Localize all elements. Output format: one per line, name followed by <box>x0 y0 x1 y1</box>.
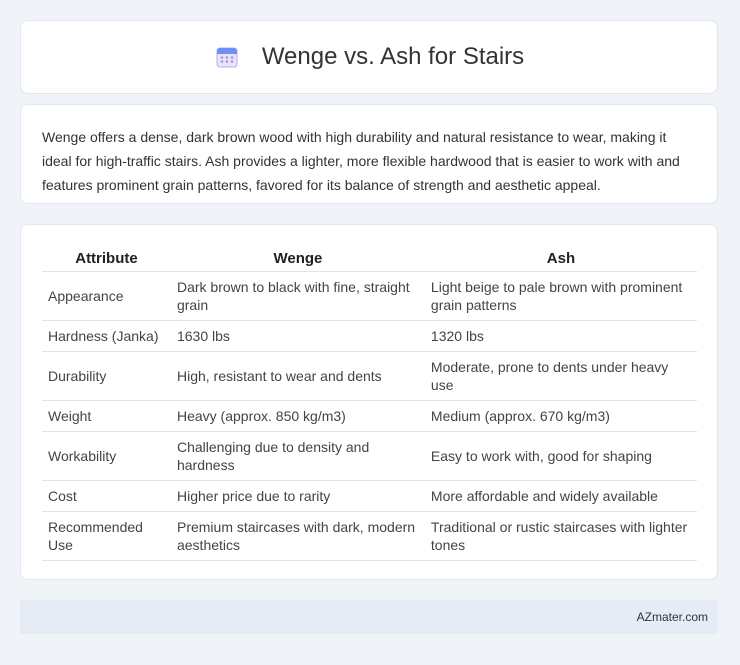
page-title: Wenge vs. Ash for Stairs <box>261 43 525 70</box>
footer-source: AZmater.com <box>636 610 708 624</box>
cell-wenge: Higher price due to rarity <box>170 481 425 512</box>
summary-card: Wenge offers a dense, dark brown wood wi… <box>20 104 718 204</box>
comparison-table-card: Attribute Wenge Ash Appearance Dark brow… <box>20 224 718 580</box>
footer: AZmater.com <box>20 600 718 634</box>
cell-wenge: Premium staircases with dark, modern aes… <box>170 512 425 561</box>
cell-wenge: Dark brown to black with fine, straight … <box>170 272 425 321</box>
cell-attribute: Hardness (Janka) <box>42 321 171 352</box>
comparison-table: Attribute Wenge Ash Appearance Dark brow… <box>42 248 697 561</box>
cell-wenge: High, resistant to wear and dents <box>170 352 425 401</box>
cell-ash: Light beige to pale brown with prominent… <box>424 272 697 321</box>
header-attribute: Attribute <box>42 248 171 272</box>
header-wenge: Wenge <box>170 248 425 272</box>
title-card: Wenge vs. Ash for Stairs <box>20 20 718 94</box>
cell-attribute: Cost <box>42 481 171 512</box>
table-row: Weight Heavy (approx. 850 kg/m3) Medium … <box>42 401 697 432</box>
table-row: Workability Challenging due to density a… <box>42 432 697 481</box>
table-row: Appearance Dark brown to black with fine… <box>42 272 697 321</box>
cell-attribute: Weight <box>42 401 171 432</box>
cell-ash: Moderate, prone to dents under heavy use <box>424 352 697 401</box>
cell-wenge: 1630 lbs <box>170 321 425 352</box>
cell-wenge: Heavy (approx. 850 kg/m3) <box>170 401 425 432</box>
cell-ash: 1320 lbs <box>424 321 697 352</box>
header-ash: Ash <box>424 248 697 272</box>
calendar-icon <box>214 44 240 70</box>
summary-text: Wenge offers a dense, dark brown wood wi… <box>42 129 680 193</box>
table-row: Durability High, resistant to wear and d… <box>42 352 697 401</box>
cell-wenge: Challenging due to density and hardness <box>170 432 425 481</box>
cell-attribute: Appearance <box>42 272 171 321</box>
table-row: Hardness (Janka) 1630 lbs 1320 lbs <box>42 321 697 352</box>
cell-ash: Medium (approx. 670 kg/m3) <box>424 401 697 432</box>
table-header-row: Attribute Wenge Ash <box>42 248 697 272</box>
table-row: Cost Higher price due to rarity More aff… <box>42 481 697 512</box>
cell-attribute: Durability <box>42 352 171 401</box>
table-row: Recommended Use Premium staircases with … <box>42 512 697 561</box>
cell-ash: More affordable and widely available <box>424 481 697 512</box>
cell-ash: Easy to work with, good for shaping <box>424 432 697 481</box>
cell-attribute: Workability <box>42 432 171 481</box>
cell-attribute: Recommended Use <box>42 512 171 561</box>
cell-ash: Traditional or rustic staircases with li… <box>424 512 697 561</box>
